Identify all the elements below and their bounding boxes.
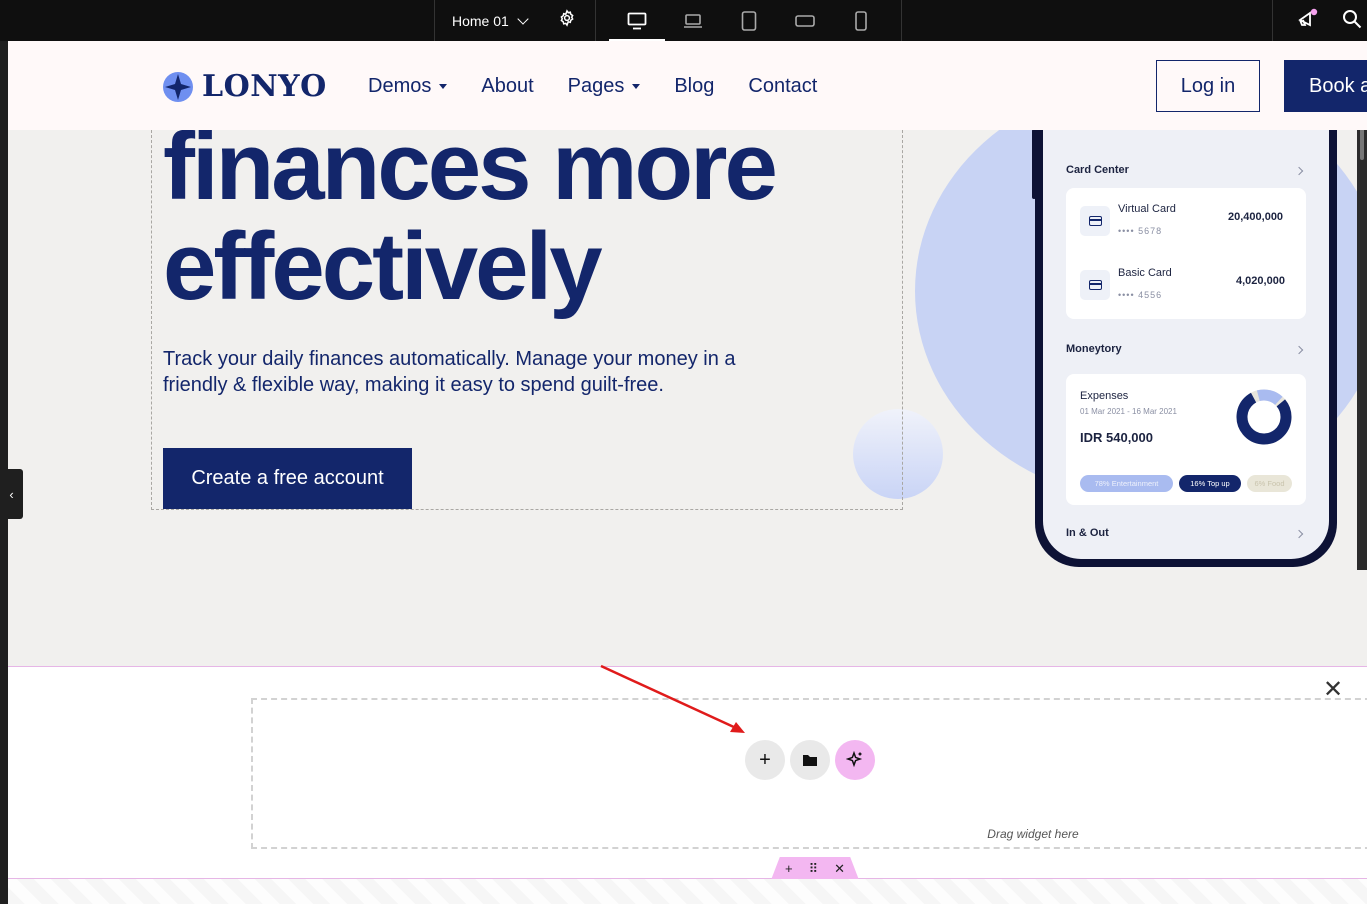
hero-section[interactable]: finances more effectively Track your dai… <box>8 41 1367 666</box>
hero-title-line-2: effectively <box>163 213 603 320</box>
logo-star-icon <box>163 71 193 102</box>
nav-contact-label: Contact <box>748 75 818 97</box>
nav-pages-label: Pages <box>567 75 625 97</box>
site-navbar: LONYO Demos About Pages Blog Contact Log… <box>8 41 1367 130</box>
caret-down-icon <box>439 84 448 89</box>
card-name: Basic Card <box>1118 267 1172 279</box>
nav-demos-label: Demos <box>368 75 432 97</box>
collapse-panel-button[interactable]: ‹ <box>0 469 23 519</box>
announcement-icon[interactable] <box>1296 8 1320 30</box>
folder-icon <box>803 755 817 766</box>
right-tools <box>1272 0 1367 41</box>
card-icon <box>1080 270 1110 300</box>
card-value: 4,020,000 <box>1236 275 1285 287</box>
moneytory-label: Moneytory <box>1066 343 1122 355</box>
device-switcher <box>596 0 902 41</box>
mobile-icon[interactable] <box>833 0 889 41</box>
card-center-label: Card Center <box>1066 164 1129 176</box>
hero-title[interactable]: finances more effectively <box>163 113 778 320</box>
chevron-right-icon <box>1294 166 1304 176</box>
card-masked-number: •••• 4556 <box>1118 290 1163 300</box>
expenses-panel: Expenses 01 Mar 2021 - 16 Mar 2021 IDR 5… <box>1066 374 1306 505</box>
tablet-landscape-icon[interactable] <box>777 0 833 41</box>
card-icon <box>1080 206 1110 236</box>
expenses-title: Expenses <box>1080 390 1129 402</box>
next-section-preview <box>8 879 1367 904</box>
hero-subtitle[interactable]: Track your daily finances automatically.… <box>163 346 783 398</box>
nav-links: Demos About Pages Blog Contact <box>368 75 851 98</box>
phone-screen: Card Center Virtual Card •••• 5678 20,40… <box>1043 81 1329 559</box>
plus-icon: + <box>759 748 771 771</box>
food-pill: 6% Food <box>1247 475 1292 492</box>
dropzone-hint: Drag widget here <box>987 827 1079 841</box>
card-masked-number: •••• 5678 <box>1118 226 1163 236</box>
empty-section[interactable]: + Drag widget here + ⠿ ✕ <box>8 666 1367 880</box>
template-library-button[interactable] <box>790 740 830 780</box>
expenses-range: 01 Mar 2021 - 16 Mar 2021 <box>1080 407 1177 416</box>
logo-text: LONYO <box>202 69 327 104</box>
hero-title-line-1: finances more <box>163 113 778 220</box>
page-name: Home 01 <box>452 12 509 29</box>
nav-demos[interactable]: Demos <box>368 75 448 98</box>
card-value: 20,400,000 <box>1228 211 1284 223</box>
caret-down-icon <box>632 84 641 89</box>
chevron-right-icon <box>1294 345 1304 355</box>
scrollbar[interactable] <box>1357 100 1367 570</box>
card-name: Virtual Card <box>1118 203 1176 215</box>
entertainment-pill: 78% Entertainment <box>1080 475 1173 492</box>
nav-about-label: About <box>481 75 534 97</box>
sparkle-icon <box>846 751 863 768</box>
book-button[interactable]: Book a <box>1284 60 1367 112</box>
add-widget-button[interactable]: + <box>745 740 785 780</box>
site-logo[interactable]: LONYO <box>162 69 327 104</box>
login-button[interactable]: Log in <box>1156 60 1260 112</box>
nav-pages[interactable]: Pages <box>568 75 641 98</box>
chevron-left-icon: ‹ <box>9 486 14 502</box>
gear-icon[interactable] <box>558 9 576 27</box>
close-dropzone-icon[interactable]: ✕ <box>1323 675 1343 704</box>
cards-panel: Virtual Card •••• 5678 20,400,000 Basic … <box>1066 188 1306 319</box>
laptop-icon[interactable] <box>665 0 721 41</box>
in-out-label: In & Out <box>1066 527 1109 539</box>
expenses-value: IDR 540,000 <box>1080 430 1153 445</box>
nav-blog[interactable]: Blog <box>674 75 714 98</box>
add-section-icon[interactable]: + <box>785 861 793 876</box>
drag-handle-icon[interactable]: ⠿ <box>809 861 819 877</box>
chevron-down-icon <box>517 12 529 25</box>
search-icon[interactable] <box>1342 9 1362 29</box>
nav-about[interactable]: About <box>481 75 533 98</box>
create-account-button[interactable]: Create a free account <box>163 448 412 509</box>
desktop-icon[interactable] <box>609 0 665 41</box>
donut-chart <box>1236 389 1292 445</box>
section-handle[interactable]: + ⠿ ✕ <box>771 857 859 880</box>
delete-section-icon[interactable]: ✕ <box>834 861 845 877</box>
editor-top-bar: Home 01 <box>0 0 1367 41</box>
tablet-icon[interactable] <box>721 0 777 41</box>
nav-blog-label: Blog <box>674 75 715 97</box>
editor-canvas: finances more effectively Track your dai… <box>8 41 1367 904</box>
phone-mockup: Card Center Virtual Card •••• 5678 20,40… <box>1035 81 1337 567</box>
ai-generate-button[interactable] <box>835 740 875 780</box>
widget-dropzone[interactable]: + Drag widget here <box>251 698 1367 849</box>
chevron-right-icon <box>1294 529 1304 539</box>
topup-pill: 16% Top up <box>1179 475 1241 492</box>
nav-contact[interactable]: Contact <box>748 75 817 98</box>
